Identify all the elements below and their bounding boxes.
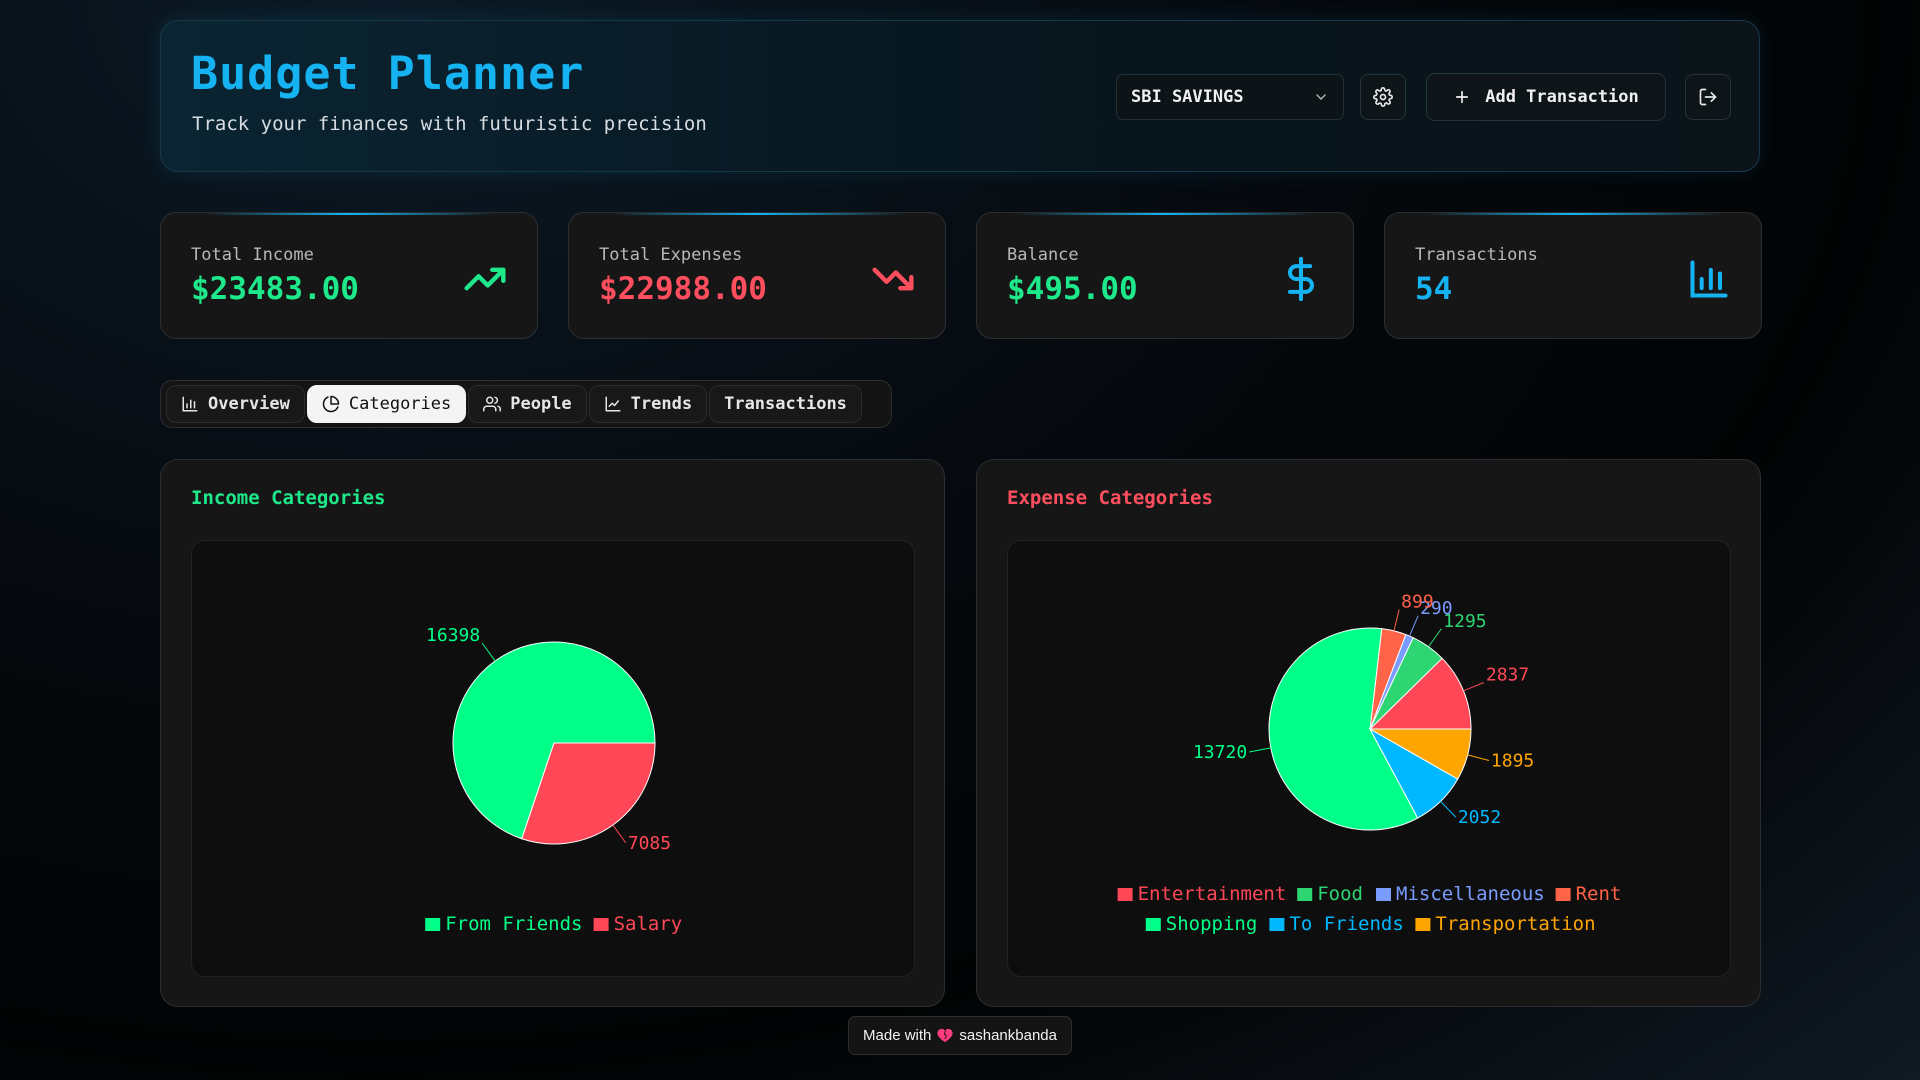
legend-item[interactable]: Shopping	[1166, 913, 1258, 935]
dollar-icon	[1287, 257, 1314, 301]
footer-author: sashankbanda	[959, 1027, 1057, 1044]
stat-value: $22988.00	[599, 271, 767, 307]
heart-icon	[937, 1028, 953, 1043]
legend-swatch	[425, 918, 441, 931]
label-leader-line	[481, 642, 496, 662]
line-chart-icon	[605, 396, 621, 412]
legend-swatch	[1376, 888, 1391, 901]
tab-bar: Overview Categories People Trends Transa…	[160, 380, 892, 428]
label-leader-line	[1249, 747, 1271, 753]
income-pie-chart: 16398 7085 From Friends Salary	[425, 625, 683, 935]
label-leader-line	[1393, 609, 1400, 631]
legend-swatch	[1269, 918, 1285, 931]
panel-title: Expense Categories	[1007, 487, 1213, 509]
logout-button[interactable]	[1685, 74, 1731, 120]
expense-chart-container: 2837 1295 290 899 13720 2052 1895 Entertainment…	[1007, 540, 1731, 977]
tab-label: Categories	[348, 394, 452, 414]
legend-item[interactable]: Transportation	[1435, 913, 1595, 935]
account-select-value: SBI SAVINGS	[1131, 87, 1244, 107]
data-label: 2052	[1458, 807, 1501, 828]
stat-label: Transactions	[1415, 245, 1538, 265]
bar-chart-icon	[1690, 260, 1728, 298]
stat-card-expenses: Total Expenses $22988.00	[568, 212, 946, 339]
plus-icon	[1456, 90, 1469, 104]
pie-chart-icon	[322, 395, 340, 413]
expense-pie-chart: 283712952908991372020521895Entertainment…	[1117, 592, 1622, 935]
legend-item[interactable]: Food	[1317, 883, 1363, 905]
tab-transactions[interactable]: Transactions	[709, 385, 862, 423]
stat-value: $23483.00	[191, 271, 359, 307]
stat-value: 54	[1415, 271, 1453, 307]
stat-label: Balance	[1007, 245, 1079, 265]
legend-item[interactable]: Rent	[1576, 883, 1622, 905]
add-transaction-label: Add Transaction	[1485, 87, 1639, 107]
data-label: 13720	[1193, 742, 1247, 763]
label-leader-line	[1440, 800, 1457, 818]
trending-up-icon	[464, 267, 506, 291]
data-label: 899	[1401, 592, 1434, 613]
stat-label: Total Income	[191, 245, 314, 265]
legend-item[interactable]: Entertainment	[1138, 883, 1287, 905]
add-transaction-button[interactable]: Add Transaction	[1426, 73, 1666, 121]
app-title: Budget Planner	[191, 47, 585, 100]
bar-chart-icon	[182, 396, 198, 412]
income-categories-panel: Income Categories 16398 7085 From Friends S…	[160, 459, 945, 1007]
data-label: 16398	[426, 625, 480, 646]
app-subtitle: Track your finances with futuristic prec…	[192, 113, 707, 135]
label-leader-line	[1463, 682, 1485, 692]
settings-button[interactable]	[1360, 74, 1406, 120]
tab-label: People	[510, 394, 572, 414]
stat-card-income: Total Income $23483.00	[160, 212, 538, 339]
stat-card-transactions: Transactions 54	[1384, 212, 1762, 339]
trending-down-icon	[872, 267, 914, 291]
legend-item[interactable]: Miscellaneous	[1396, 883, 1545, 905]
account-select[interactable]: SBI SAVINGS	[1116, 74, 1344, 120]
stat-value: $495.00	[1007, 271, 1138, 307]
gear-icon	[1373, 87, 1393, 107]
chevron-down-icon	[1316, 94, 1326, 100]
legend-item[interactable]: Salary	[614, 913, 683, 935]
legend-swatch	[593, 918, 609, 931]
income-chart-container: 16398 7085 From Friends Salary	[191, 540, 915, 977]
legend-item[interactable]: From Friends	[445, 913, 582, 935]
tab-trends[interactable]: Trends	[588, 385, 708, 423]
label-leader-line	[1467, 754, 1490, 761]
data-label: 7085	[628, 833, 671, 854]
legend-swatch	[1117, 888, 1133, 901]
label-leader-line	[1428, 628, 1442, 647]
tab-people[interactable]: People	[468, 385, 587, 423]
label-leader-line	[1409, 615, 1419, 637]
legend-swatch	[1297, 888, 1313, 901]
legend-swatch	[1555, 888, 1571, 901]
stat-label: Total Expenses	[599, 245, 743, 265]
tab-label: Transactions	[724, 394, 847, 414]
footer-text: Made with	[863, 1027, 932, 1044]
footer-badge[interactable]: Made with sashankbanda	[848, 1016, 1072, 1055]
data-label: 1895	[1491, 750, 1534, 771]
label-leader-line	[612, 824, 627, 844]
stat-card-balance: Balance $495.00	[976, 212, 1354, 339]
users-icon	[483, 396, 502, 412]
log-out-icon	[1699, 88, 1717, 106]
legend-swatch	[1415, 918, 1431, 931]
expense-categories-panel: Expense Categories 2837 1295 290 899 13720 20…	[976, 459, 1761, 1007]
legend-item[interactable]: To Friends	[1289, 913, 1403, 935]
tab-overview[interactable]: Overview	[166, 385, 305, 423]
panel-title: Income Categories	[191, 487, 386, 509]
tab-label: Trends	[630, 394, 693, 414]
header-panel: Budget Planner Track your finances with …	[160, 20, 1760, 172]
tab-label: Overview	[208, 394, 290, 414]
legend-swatch	[1145, 918, 1161, 931]
tab-categories[interactable]: Categories	[306, 385, 467, 423]
data-label: 2837	[1486, 664, 1529, 685]
